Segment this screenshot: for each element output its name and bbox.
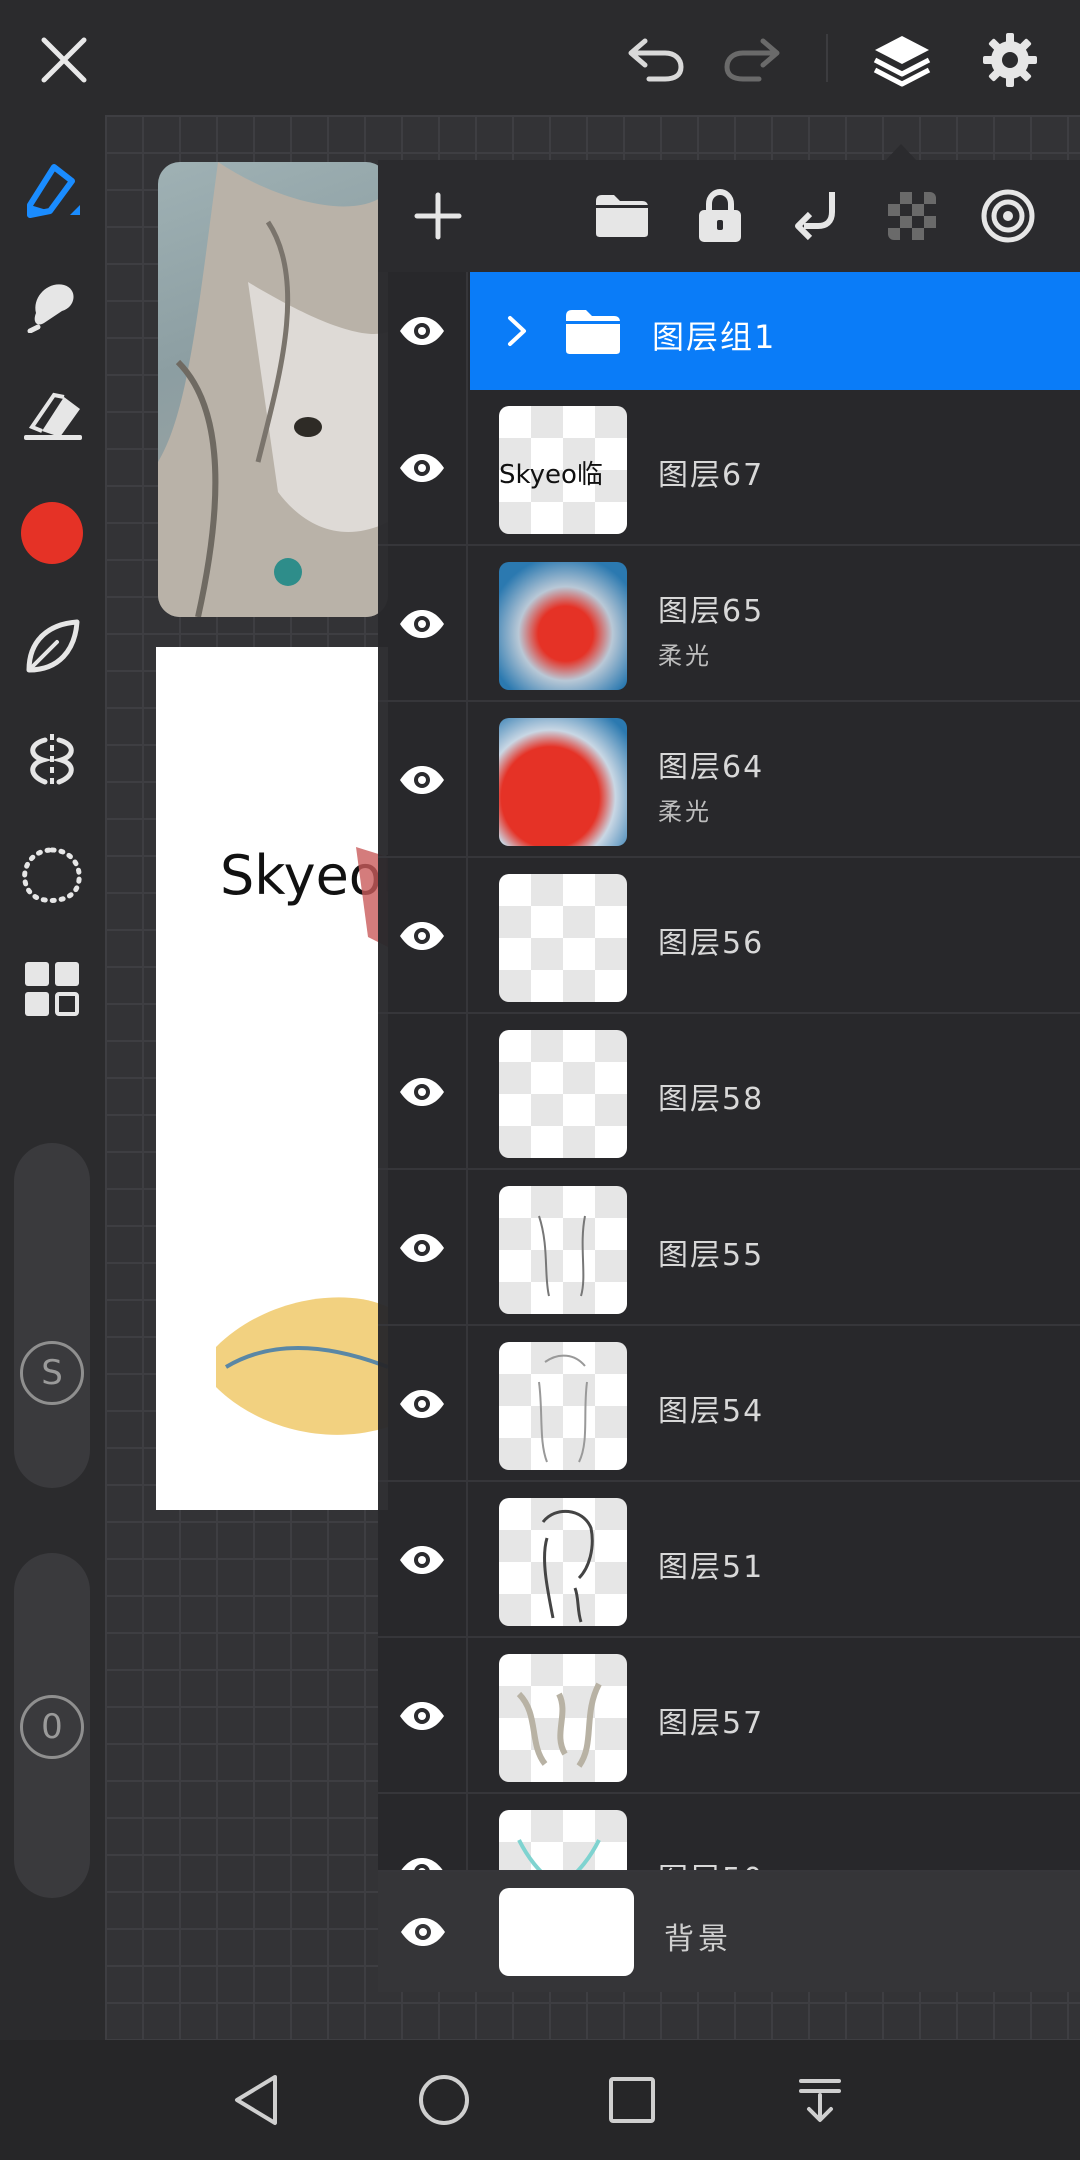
visibility-eye-icon[interactable] [378,1014,468,1170]
layer-thumbnail [499,1654,627,1782]
gear-icon[interactable] [970,20,1050,100]
layer-thumbnail [499,1186,627,1314]
layer-name: 图层55 [658,1238,765,1273]
back-nav-icon[interactable] [216,2060,296,2140]
layer-thumbnail: Skyeo临 [499,406,627,534]
undo-icon[interactable] [616,20,696,100]
visibility-eye-icon[interactable] [378,272,468,390]
background-thumbnail [499,1888,634,1976]
reference-illustration [158,162,388,617]
brush-opacity-slider[interactable]: 0 [14,1553,90,1898]
layer-actions-bar [378,160,1080,272]
new-group-folder-icon[interactable] [582,176,662,256]
layer-row[interactable]: 图层56 [378,858,1080,1014]
layer-row[interactable]: 图层55 [378,1170,1080,1326]
left-toolbar: S 0 [0,115,105,2040]
reference-image[interactable] [158,162,388,617]
group-folder-icon [566,310,620,354]
layer-row[interactable]: 图层50 [378,1794,1080,1872]
layer-thumbnail [499,1810,627,1870]
close-icon[interactable] [24,20,104,100]
layer-blend-mode: 柔光 [658,642,712,670]
visibility-eye-icon[interactable] [378,1326,468,1482]
brush-size-slider[interactable]: S [14,1143,90,1488]
layer-thumbnail [499,1342,627,1470]
recents-nav-icon[interactable] [592,2060,672,2140]
visibility-eye-icon[interactable] [378,858,468,1014]
layer-row[interactable]: 图层64 柔光 [378,702,1080,858]
toolbar-divider [826,34,828,82]
brush-opacity-knob[interactable]: 0 [20,1695,84,1759]
layers-icon[interactable] [862,20,942,100]
grid-menu-icon[interactable] [12,949,92,1029]
symmetry-tool-icon[interactable] [12,721,92,801]
smudge-tool-icon[interactable] [12,263,92,343]
visibility-eye-icon[interactable] [378,1872,468,1992]
merge-down-icon[interactable] [776,176,856,256]
notification-pulldown-icon[interactable] [780,2060,860,2140]
layer-name: 图层67 [658,458,765,493]
artboard[interactable]: Skyeo临 [156,647,388,1510]
layer-name: 图层57 [658,1706,765,1741]
eraser-tool-icon[interactable] [12,375,92,455]
artwork-sketch [216,847,388,1435]
visibility-eye-icon[interactable] [378,702,468,858]
layer-panel: 图层组1 Skyeo临 图层67 图层65 柔光 图层64 柔光 图层56 图层… [378,144,1080,1992]
lasso-select-icon[interactable] [12,835,92,915]
panel-pointer [886,144,916,160]
brush-size-knob[interactable]: S [20,1341,84,1405]
layer-thumbnail [499,874,627,1002]
visibility-eye-icon[interactable] [378,1794,468,1870]
layer-name: 图层65 [658,594,765,629]
background-layer-name: 背景 [664,1922,732,1957]
layer-row[interactable]: Skyeo临 图层67 [378,390,1080,546]
background-layer-row[interactable]: 背景 [378,1872,1080,1992]
visibility-eye-icon[interactable] [378,1482,468,1638]
visibility-eye-icon[interactable] [378,1170,468,1326]
top-toolbar [0,0,1080,115]
visibility-eye-icon[interactable] [378,1638,468,1794]
layer-group-row[interactable]: 图层组1 [378,272,1080,390]
pen-tool-icon[interactable] [12,151,92,231]
layer-row[interactable]: 图层58 [378,1014,1080,1170]
lock-layer-icon[interactable] [680,176,760,256]
add-layer-icon[interactable] [398,176,478,256]
layer-row[interactable]: 图层65 柔光 [378,546,1080,702]
layer-group-selected[interactable]: 图层组1 [470,272,1080,390]
layer-thumbnail [499,562,627,690]
layer-name: 图层56 [658,926,765,961]
color-picker-swatch[interactable] [12,493,92,573]
alpha-lock-icon[interactable] [872,176,952,256]
layer-name: 图层51 [658,1550,765,1585]
layer-row[interactable]: 图层54 [378,1326,1080,1482]
leaf-brush-icon[interactable] [12,607,92,687]
layer-row[interactable]: 图层57 [378,1638,1080,1794]
layer-name: 图层50 [658,1854,764,1870]
layer-blend-mode: 柔光 [658,798,712,826]
layer-thumbnail [499,718,627,846]
layer-name: 图层58 [658,1082,765,1117]
expand-chevron-icon[interactable] [506,314,530,348]
visibility-eye-icon[interactable] [378,546,468,702]
layer-thumbnail [499,1030,627,1158]
thumbnail-text: Skyeo临 [499,460,603,490]
visibility-eye-icon[interactable] [378,390,468,546]
group-name: 图层组1 [652,318,777,356]
system-nav-bar [0,2040,1080,2160]
layer-effects-icon[interactable] [968,176,1048,256]
app-window: Skyeo临 [0,0,1080,2160]
layer-name: 图层54 [658,1394,765,1429]
layer-row[interactable]: 图层51 [378,1482,1080,1638]
redo-icon[interactable] [712,20,792,100]
layer-name: 图层64 [658,750,765,785]
layer-thumbnail [499,1498,627,1626]
home-nav-icon[interactable] [404,2060,484,2140]
